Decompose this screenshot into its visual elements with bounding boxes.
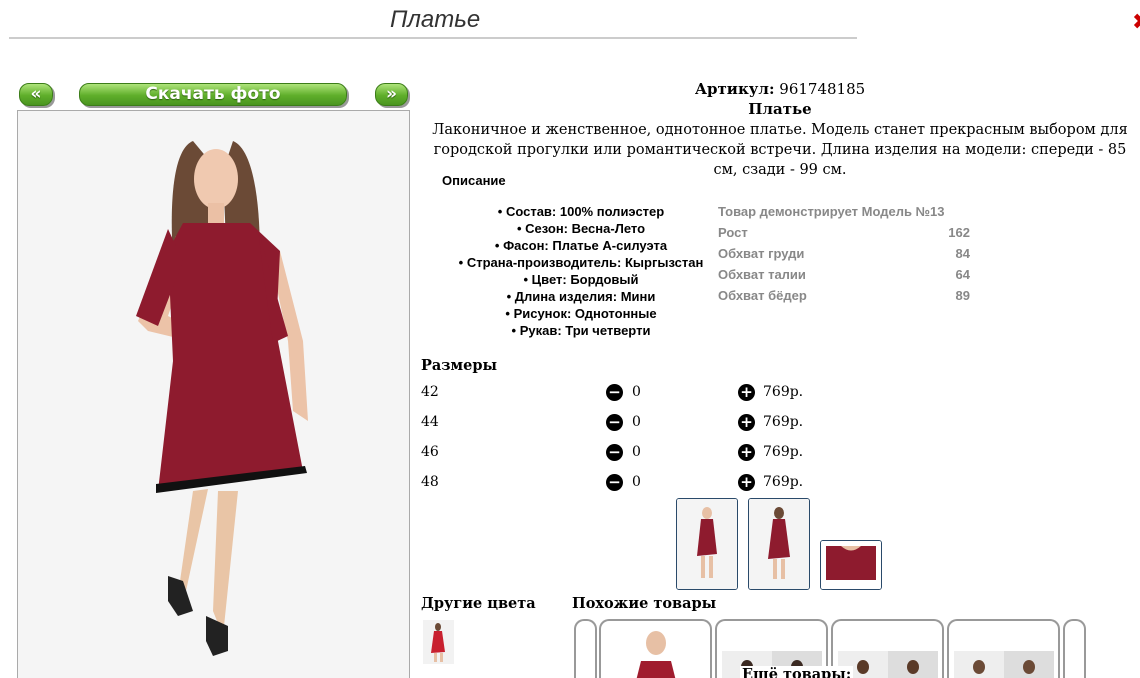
model-heading: Товар демонстрирует Модель №13 [718,204,945,219]
similar-scroll-left[interactable] [574,619,597,678]
attribute-item: • Рукав: Три четверти [511,323,651,338]
other-color-swatch[interactable] [423,620,454,664]
plus-icon[interactable]: + [738,474,755,491]
attribute-item: • Сезон: Весна-Лето [516,221,646,236]
thumbnail-image [821,541,881,589]
similar-scroll-right[interactable] [1063,619,1086,678]
thumbnail-image [677,499,737,589]
size-row: 44 − 0 + 769р. [421,412,821,434]
size-label: 48 [421,474,439,490]
more-products-link[interactable]: Ещё товары: [740,666,854,678]
price-value: 769р. [763,384,804,400]
article-value: 961748185 [779,80,866,98]
model-info-table: Товар демонстрирует Модель №13 Рост 162 О… [718,204,970,309]
size-row: 46 − 0 + 769р. [421,442,821,464]
title-divider [9,37,857,39]
price-value: 769р. [763,474,804,490]
main-product-photo[interactable] [17,110,410,678]
attribute-item: • Длина изделия: Мини [506,289,656,304]
photo-thumbnail[interactable] [676,498,738,590]
minus-icon[interactable]: − [606,444,623,461]
model-row: Рост 162 [718,225,970,240]
model-row: Обхват бёдер 89 [718,288,970,303]
photo-thumbnail[interactable] [748,498,810,590]
quantity-value: 0 [632,444,641,460]
attribute-item: • Состав: 100% полиэстер [497,204,665,219]
quantity-value: 0 [632,414,641,430]
model-row: Обхват груди 84 [718,246,970,261]
model-row: Обхват талии 64 [718,267,970,282]
attribute-item: • Фасон: Платье А-силуэта [494,238,668,253]
size-label: 42 [421,384,439,400]
sizes-heading: Размеры [421,357,498,374]
minus-icon[interactable]: − [606,474,623,491]
size-label: 46 [421,444,439,460]
swatch-image [431,623,445,662]
article-line: Артикул: 961748185 [420,80,1140,98]
plus-icon[interactable]: + [738,384,755,401]
price-value: 769р. [763,414,804,430]
price-value: 769р. [763,444,804,460]
attribute-item: • Цвет: Бордовый [523,272,639,287]
other-colors-heading: Другие цвета [421,595,536,612]
minus-icon[interactable]: − [606,384,623,401]
attribute-item: • Рисунок: Однотонные [505,306,657,321]
close-icon[interactable]: ✖ [1132,10,1140,36]
similar-product-card[interactable] [947,619,1060,678]
photo-thumbnail[interactable] [820,540,882,590]
quantity-value: 0 [632,474,641,490]
product-description: Лаконичное и женственное, однотонное пла… [432,122,1128,178]
similar-product-image [954,651,1054,678]
similar-product-card[interactable] [599,619,712,678]
next-photo-button[interactable]: » [375,83,408,106]
article-label: Артикул: [694,80,775,98]
product-name: Платье [748,100,812,118]
size-row: 42 − 0 + 769р. [421,382,821,404]
minus-icon[interactable]: − [606,414,623,431]
similar-products-heading: Похожие товары [572,595,717,612]
description-heading: Описание [442,173,506,188]
quantity-value: 0 [632,384,641,400]
similar-product-image [636,631,676,678]
plus-icon[interactable]: + [738,444,755,461]
attribute-list: • Состав: 100% полиэстер • Сезон: Весна-… [440,203,722,339]
prev-photo-button[interactable]: « [19,83,53,106]
model-dress-illustration [18,111,409,678]
plus-icon[interactable]: + [738,414,755,431]
attribute-item: • Страна-производитель: Кыргызстан [458,255,704,270]
size-row: 48 − 0 + 769р. [421,472,821,494]
page-title: Платье [390,6,481,33]
download-photo-button[interactable]: Скачать фото [79,83,347,106]
size-label: 44 [421,414,439,430]
thumbnail-image [749,499,809,589]
